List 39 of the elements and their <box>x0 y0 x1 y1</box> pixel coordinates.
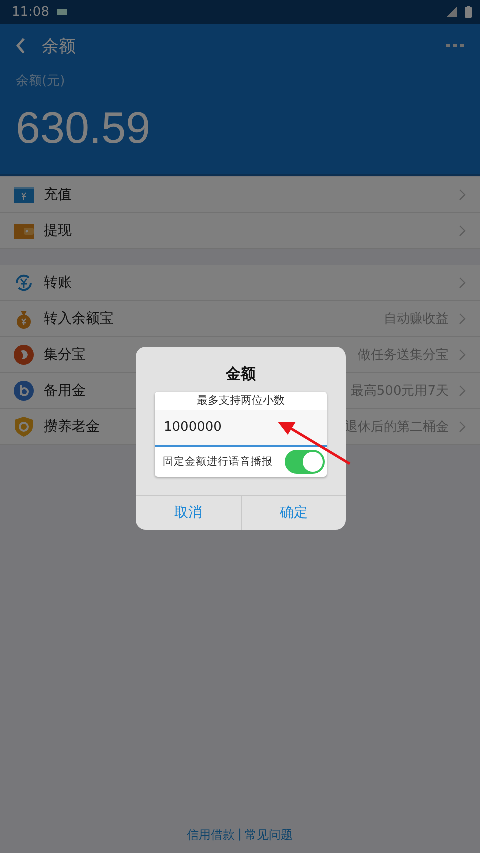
menu-label: 提现 <box>44 222 72 240</box>
chevron-right-icon <box>459 188 466 200</box>
chevron-right-icon <box>459 276 466 288</box>
chevron-right-icon <box>459 348 466 360</box>
signal-icon <box>447 7 457 17</box>
menu-item[interactable]: 提现 <box>0 213 480 249</box>
balance-label: 余额(元) <box>16 73 66 90</box>
amount-hint: 最多支持两位小数 <box>196 393 286 409</box>
chevron-right-icon <box>459 420 466 432</box>
chevron-right-icon <box>459 384 466 396</box>
menu-label: 集分宝 <box>44 346 86 364</box>
menu-item[interactable]: 转账 <box>0 265 480 301</box>
voice-toggle[interactable] <box>285 450 325 474</box>
battery-icon <box>465 6 472 18</box>
transfer-icon <box>14 272 34 292</box>
balance-amount: 630.59 <box>16 104 152 154</box>
menu-label: 转入余额宝 <box>44 310 114 328</box>
toggle-label: 固定金额进行语音播报 <box>163 455 273 469</box>
menu-label: 备用金 <box>44 382 86 400</box>
dialog-button[interactable]: 确定 <box>240 496 346 530</box>
card-icon <box>14 184 34 204</box>
amount-input-field[interactable]: 1000000 <box>155 410 327 447</box>
menu-label: 转账 <box>44 274 72 292</box>
status-time: 11:08 <box>12 4 50 20</box>
shield-icon <box>14 416 34 436</box>
points-icon <box>14 344 34 364</box>
menu-label: 攒养老金 <box>44 418 100 436</box>
chevron-right-icon <box>459 224 466 236</box>
money-bag-icon <box>14 308 34 328</box>
back-icon[interactable] <box>16 38 26 54</box>
menu-item[interactable]: 充值 <box>0 177 480 213</box>
dialog-button[interactable]: 取消 <box>136 496 240 530</box>
more-icon[interactable] <box>446 44 464 48</box>
chevron-right-icon <box>459 312 466 324</box>
page-title: 余额 <box>42 36 76 58</box>
footer-separator: | <box>238 827 242 843</box>
notification-icon <box>57 9 68 15</box>
b-circle-icon <box>14 380 34 400</box>
menu-label: 充值 <box>44 186 72 204</box>
